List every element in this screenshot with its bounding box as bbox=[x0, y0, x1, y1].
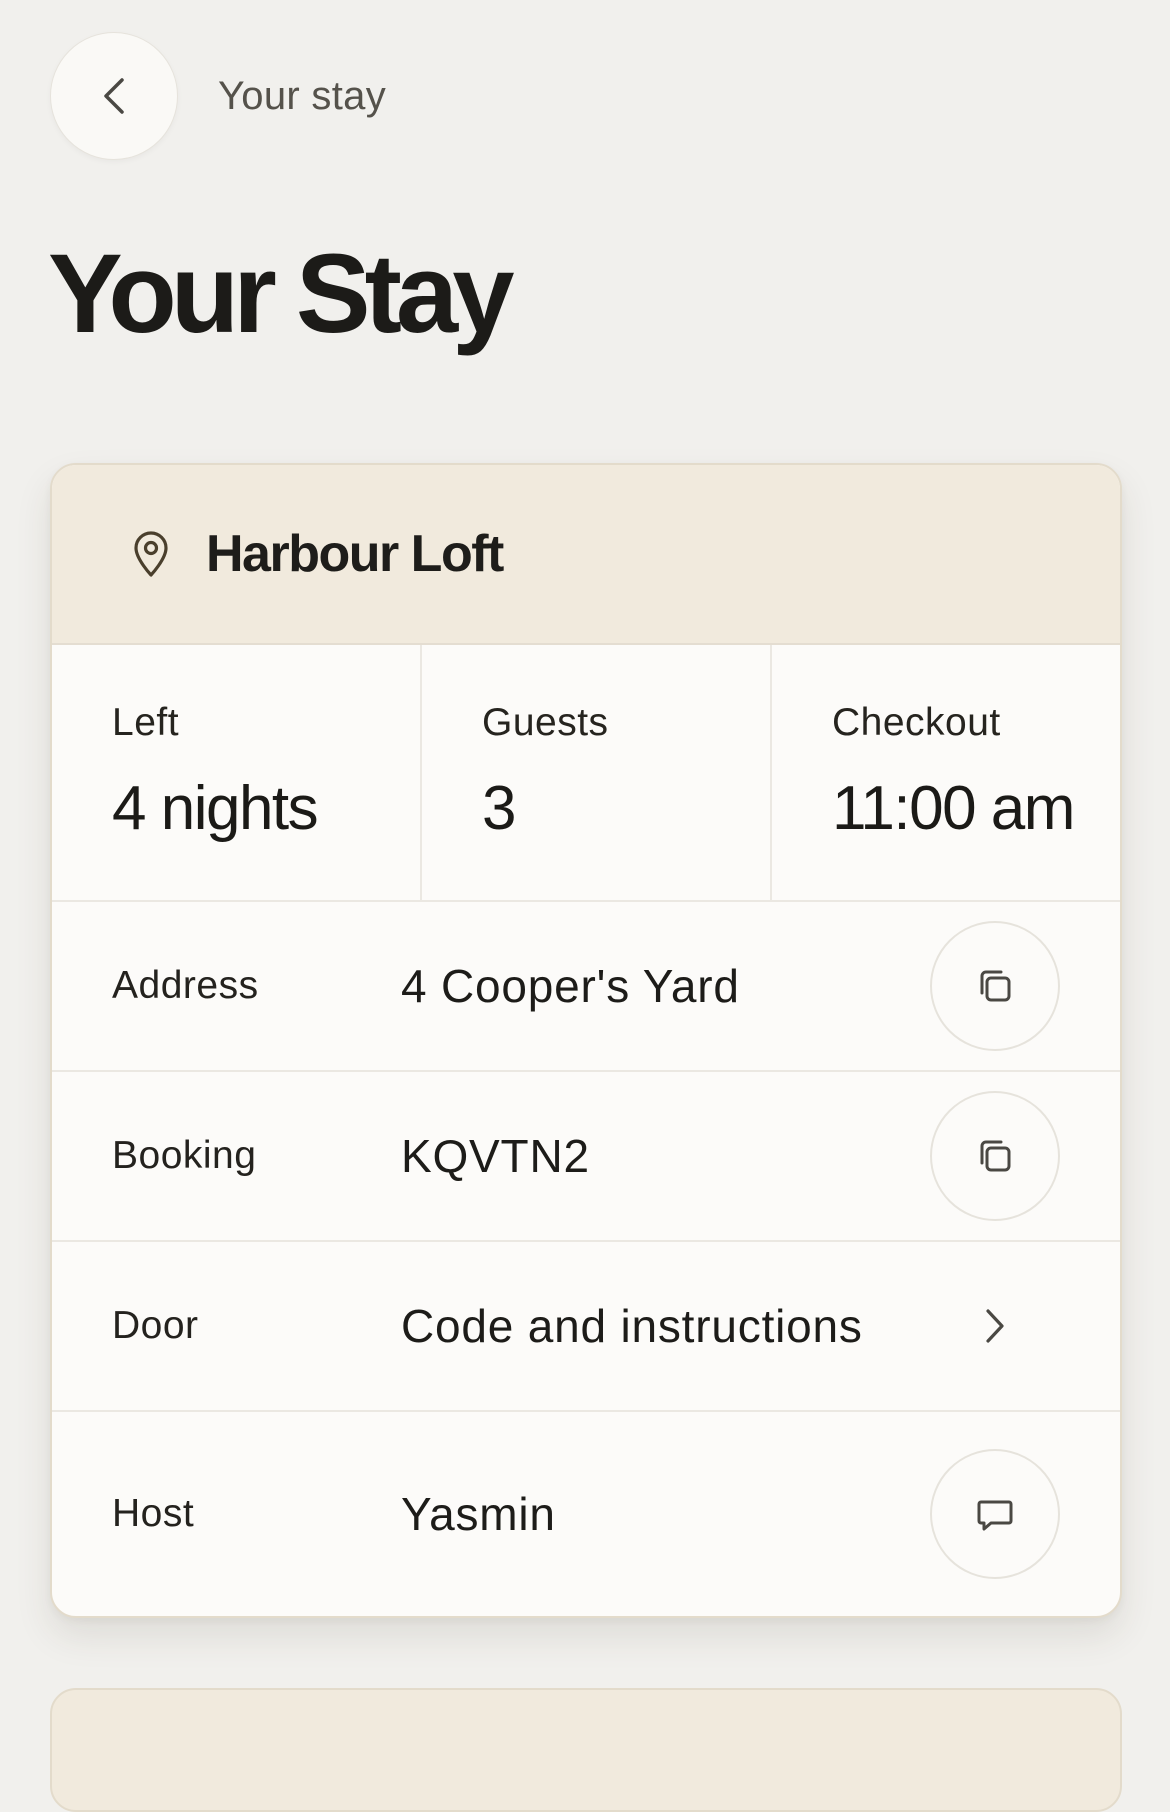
map-pin-icon bbox=[134, 531, 168, 577]
chevron-left-icon bbox=[104, 78, 124, 114]
stat-checkout: Checkout 11:00 am bbox=[772, 645, 1120, 900]
door-instructions-link[interactable]: Code and instructions bbox=[401, 1299, 863, 1353]
stat-value: 3 bbox=[482, 774, 516, 843]
stat-value: 4 nights bbox=[112, 774, 319, 843]
message-host-button[interactable] bbox=[930, 1449, 1060, 1579]
page-title: Your Stay bbox=[48, 231, 514, 356]
row-label: Door bbox=[112, 1304, 199, 1347]
card-header: Harbour Loft bbox=[52, 465, 1120, 645]
topbar-title: Your stay bbox=[218, 73, 386, 118]
top-bar: Your stay bbox=[50, 32, 386, 160]
stat-label: Guests bbox=[482, 701, 609, 744]
message-icon bbox=[977, 1500, 1013, 1531]
door-chevron[interactable] bbox=[980, 1306, 1010, 1346]
booking-code: KQVTN2 bbox=[401, 1130, 590, 1182]
copy-icon bbox=[980, 970, 1011, 1002]
stats-row: Left 4 nights Guests 3 Checkout 11:00 am bbox=[52, 645, 1120, 902]
door-row[interactable]: Door Code and instructions bbox=[52, 1242, 1120, 1412]
stat-label: Checkout bbox=[832, 701, 1001, 744]
next-card bbox=[50, 1688, 1122, 1812]
stat-label: Left bbox=[112, 701, 180, 744]
stat-guests: Guests 3 bbox=[422, 645, 772, 900]
address-row: Address 4 Cooper's Yard bbox=[52, 902, 1120, 1072]
copy-icon bbox=[980, 1140, 1011, 1172]
booking-row: Booking KQVTN2 bbox=[52, 1072, 1120, 1242]
back-button[interactable] bbox=[50, 32, 178, 160]
stat-nights-left: Left 4 nights bbox=[52, 645, 422, 900]
property-name: Harbour Loft bbox=[206, 525, 504, 583]
host-row: Host Yasmin bbox=[52, 1412, 1120, 1616]
copy-address-button[interactable] bbox=[930, 921, 1060, 1051]
row-label: Host bbox=[112, 1492, 195, 1535]
row-label: Booking bbox=[112, 1134, 257, 1177]
stay-card: Harbour Loft Left 4 nights Guests 3 Chec… bbox=[50, 463, 1122, 1618]
host-name: Yasmin bbox=[401, 1488, 556, 1540]
row-label: Address bbox=[112, 964, 259, 1007]
stat-value: 11:00 am bbox=[832, 774, 1075, 843]
address-value: 4 Cooper's Yard bbox=[401, 960, 740, 1012]
chevron-right-icon bbox=[986, 1309, 1004, 1343]
copy-booking-button[interactable] bbox=[930, 1091, 1060, 1221]
